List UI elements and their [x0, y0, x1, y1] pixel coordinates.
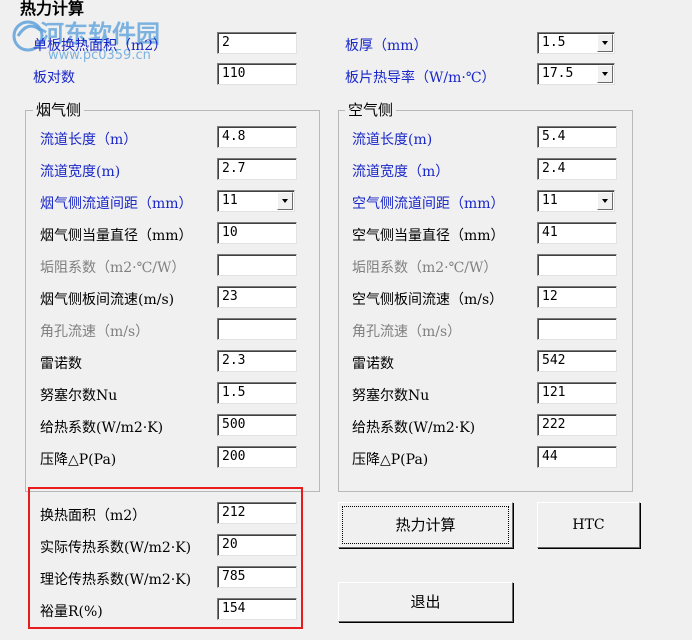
single-area-label: 单板换热面积（m2） [33, 38, 168, 54]
result-field-0[interactable]: 212 [217, 502, 297, 524]
air-label-0: 流道长度(m) [352, 132, 433, 148]
air-field-8[interactable]: 121 [537, 382, 617, 404]
flue-field-7[interactable]: 2.3 [217, 350, 297, 372]
plate-conductivity-label: 板片热导率（W/m·℃） [345, 70, 496, 86]
exit-button[interactable]: 退出 [338, 582, 513, 622]
air-label-6: 角孔流速（m/s） [352, 324, 462, 340]
plate-thickness-label: 板厚（mm） [345, 38, 428, 54]
air-select-value-2: 11 [542, 193, 558, 208]
result-field-3[interactable]: 154 [217, 598, 297, 620]
single-area-field[interactable]: 2 [217, 32, 297, 54]
plate-thickness-value: 1.5 [542, 35, 566, 50]
air-label-7: 雷诺数 [352, 356, 394, 372]
air-field-3[interactable]: 41 [537, 222, 617, 244]
flue-field-0[interactable]: 4.8 [217, 126, 297, 148]
flue-field-9[interactable]: 500 [217, 414, 297, 436]
plate-count-field[interactable]: 110 [217, 63, 297, 85]
air-label-3: 空气侧当量直径（mm） [352, 228, 505, 244]
air-field-1[interactable]: 2.4 [537, 158, 617, 180]
flue-field-8[interactable]: 1.5 [217, 382, 297, 404]
air-field-5[interactable]: 12 [537, 286, 617, 308]
air-field-4[interactable] [537, 254, 617, 276]
air-field-7[interactable]: 542 [537, 350, 617, 372]
flue-field-1[interactable]: 2.7 [217, 158, 297, 180]
flue-select-2[interactable]: 11 [217, 190, 295, 212]
flue-label-3: 烟气侧当量直径（mm） [40, 228, 193, 244]
air-group-title: 空气侧 [345, 101, 397, 119]
flue-label-8: 努塞尔数Nu [40, 388, 118, 404]
flue-label-6: 角孔流速（m/s） [40, 324, 150, 340]
plate-thickness-select[interactable]: 1.5 [537, 32, 615, 54]
flue-label-0: 流道长度（m） [40, 132, 138, 148]
result-field-2[interactable]: 785 [217, 566, 297, 588]
air-field-9[interactable]: 222 [537, 414, 617, 436]
chevron-down-icon[interactable] [597, 192, 613, 210]
flue-label-4: 垢阻系数（m2·℃/W） [40, 260, 186, 276]
plate-conductivity-select[interactable]: 17.5 [537, 63, 615, 85]
flue-field-5[interactable]: 23 [217, 286, 297, 308]
air-field-0[interactable]: 5.4 [537, 126, 617, 148]
plate-conductivity-value: 17.5 [542, 66, 574, 81]
flue-label-1: 流道宽度(m) [40, 164, 121, 180]
flue-label-5: 烟气侧板间流速(m/s) [40, 292, 175, 308]
result-label-2: 理论传热系数(W/m2·K) [40, 572, 192, 588]
plate-count-label: 板对数 [33, 70, 75, 86]
thermal-calc-button[interactable]: 热力计算 [338, 502, 513, 548]
air-label-8: 努塞尔数Nu [352, 388, 430, 404]
chevron-down-icon[interactable] [277, 192, 293, 210]
flue-gas-group-title: 烟气侧 [33, 101, 85, 119]
flue-field-4[interactable] [217, 254, 297, 276]
flue-label-9: 给热系数(W/m2·K) [40, 420, 164, 436]
flue-label-7: 雷诺数 [40, 356, 82, 372]
flue-label-10: 压降△P(Pa) [40, 452, 117, 468]
htc-button[interactable]: HTC [537, 502, 640, 548]
air-label-1: 流道宽度（m） [352, 164, 450, 180]
chevron-down-icon[interactable] [597, 34, 613, 52]
air-label-9: 给热系数(W/m2·K) [352, 420, 476, 436]
flue-field-6[interactable] [217, 318, 297, 340]
air-label-5: 空气侧板间流速（m/s） [352, 292, 504, 308]
air-label-10: 压降△P(Pa) [352, 452, 429, 468]
flue-field-10[interactable]: 200 [217, 446, 297, 468]
air-field-6[interactable] [537, 318, 617, 340]
air-select-2[interactable]: 11 [537, 190, 615, 212]
flue-select-value-2: 11 [222, 193, 238, 208]
result-label-0: 换热面积（m2） [40, 508, 147, 524]
air-field-10[interactable]: 44 [537, 446, 617, 468]
chevron-down-icon[interactable] [597, 65, 613, 83]
result-label-1: 实际传热系数(W/m2·K) [40, 540, 192, 556]
flue-field-3[interactable]: 10 [217, 222, 297, 244]
air-label-4: 垢阻系数（m2·℃/W） [352, 260, 498, 276]
result-label-3: 裕量R(%) [40, 604, 103, 620]
air-label-2: 空气侧流道间距（mm） [352, 196, 505, 212]
result-field-1[interactable]: 20 [217, 534, 297, 556]
flue-label-2: 烟气侧流道间距（mm） [40, 196, 193, 212]
